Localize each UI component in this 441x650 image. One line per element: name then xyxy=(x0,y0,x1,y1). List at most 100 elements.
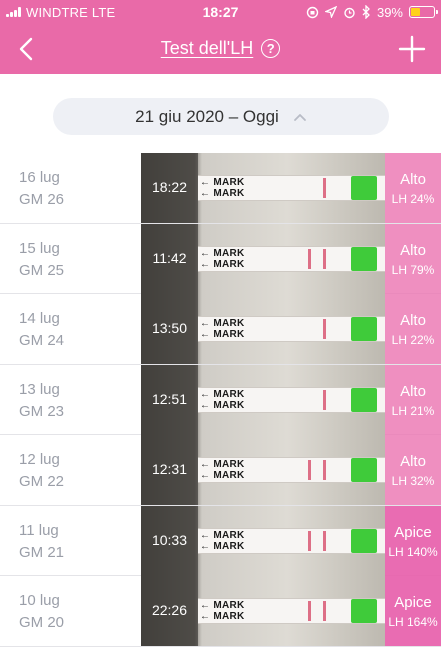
control-line xyxy=(323,460,326,480)
date-range-selector[interactable]: 21 giu 2020 – Oggi xyxy=(53,98,389,135)
lh-result-badge: Apice LH 164% xyxy=(385,576,441,646)
lh-result-badge: Alto LH 32% xyxy=(385,435,441,505)
plus-icon[interactable] xyxy=(397,34,427,64)
rotation-lock-icon xyxy=(306,6,319,18)
test-time: 12:31 xyxy=(151,461,188,477)
nav-bar: Test dell'LH ? xyxy=(0,24,441,74)
strip-tab xyxy=(351,387,377,412)
test-strip-photo[interactable]: ← MARK ← MARK 13:50 xyxy=(141,294,385,364)
lh-percent: LH 164% xyxy=(388,615,438,629)
strip-tab xyxy=(351,528,377,553)
test-date: 13 lug xyxy=(19,380,60,398)
test-date: 11 lug xyxy=(19,521,59,539)
test-row[interactable]: 12 lug GM 22 ← MARK ← MARK 12:31 Alto LH 32% xyxy=(0,435,441,506)
test-time: 18:22 xyxy=(151,179,188,195)
nav-title-group[interactable]: Test dell'LH ? xyxy=(0,38,441,59)
test-strip-photo[interactable]: ← MARK ← MARK 12:31 xyxy=(141,435,385,505)
cycle-day: GM 24 xyxy=(19,332,65,349)
control-line xyxy=(323,319,326,339)
lh-percent: LH 79% xyxy=(391,262,435,277)
cycle-day: GM 20 xyxy=(19,614,65,631)
test-strip: ← MARK ← MARK xyxy=(198,598,385,624)
page-title[interactable]: Test dell'LH xyxy=(161,38,253,59)
test-strip: ← MARK ← MARK xyxy=(198,316,385,342)
test-line xyxy=(308,460,311,480)
lh-result-badge: Alto LH 22% xyxy=(385,294,441,364)
control-line xyxy=(323,248,326,269)
test-date: 16 lug xyxy=(19,169,60,186)
test-row[interactable]: 14 lug GM 24 ← MARK ← MARK 13:50 Alto LH 22% xyxy=(0,294,441,365)
lh-level: Apice xyxy=(394,523,432,541)
battery-percent: 39% xyxy=(376,4,403,20)
test-line xyxy=(308,601,311,621)
lh-result-badge: Apice LH 140% xyxy=(385,505,441,576)
chevron-up-icon xyxy=(293,113,306,121)
strip-mark-label: ← MARK ← MARK xyxy=(200,600,245,622)
battery-level-fill xyxy=(411,8,420,16)
test-line xyxy=(308,530,311,551)
row-date-block: 16 lug GM 26 xyxy=(19,167,64,211)
strip-tab xyxy=(351,317,377,341)
lh-percent: LH 24% xyxy=(391,192,435,206)
strip-tab xyxy=(351,599,377,623)
row-date-block: 11 lug GM 21 xyxy=(19,520,64,564)
strip-mark-label: ← MARK ← MARK xyxy=(200,529,245,552)
test-date: 12 lug xyxy=(19,451,60,468)
status-left: WINDTRE LTE xyxy=(6,5,306,20)
test-strip-photo[interactable]: ← MARK ← MARK 18:22 xyxy=(141,153,385,223)
test-strip: ← MARK ← MARK xyxy=(198,386,385,413)
lh-level: Alto xyxy=(400,312,426,329)
test-row[interactable]: 11 lug GM 21 ← MARK ← MARK 10:33 Apice LH 140% xyxy=(0,505,441,576)
lh-level: Alto xyxy=(400,453,426,470)
cycle-day: GM 26 xyxy=(19,191,65,208)
test-row[interactable]: 16 lug GM 26 ← MARK ← MARK 18:22 Alto LH 24% xyxy=(0,153,441,224)
cycle-day: GM 23 xyxy=(19,402,65,420)
test-time: 10:33 xyxy=(151,531,188,548)
strip-mark-label: ← MARK ← MARK xyxy=(200,459,245,481)
date-range-label: 21 giu 2020 – Oggi xyxy=(135,106,279,126)
test-row[interactable]: 13 lug GM 23 ← MARK ← MARK 12:51 Alto LH 21% xyxy=(0,364,441,435)
strip-tab xyxy=(351,458,377,482)
row-date-block: 13 lug GM 23 xyxy=(19,379,64,423)
lh-percent: LH 32% xyxy=(391,474,435,488)
lh-level: Alto xyxy=(400,171,426,188)
lh-level: Alto xyxy=(400,241,426,259)
carrier-label: WINDTRE LTE xyxy=(26,4,116,20)
test-strip-photo[interactable]: ← MARK ← MARK 11:42 xyxy=(141,223,385,294)
help-icon[interactable]: ? xyxy=(261,39,281,58)
test-row[interactable]: 15 lug GM 25 ← MARK ← MARK 11:42 Alto LH 79% xyxy=(0,223,441,294)
alarm-icon xyxy=(344,7,355,18)
strip-mark-label: ← MARK ← MARK xyxy=(200,388,245,411)
row-date-block: 15 lug GM 25 xyxy=(19,238,64,282)
lh-test-list: 16 lug GM 26 ← MARK ← MARK 18:22 Alto LH 24% 15… xyxy=(0,153,441,647)
status-bar: WINDTRE LTE 18:27 39% xyxy=(0,0,441,24)
lh-level: Alto xyxy=(400,382,426,400)
test-strip: ← MARK ← MARK xyxy=(198,175,385,201)
test-strip: ← MARK ← MARK xyxy=(198,527,385,554)
cycle-day: GM 22 xyxy=(19,473,65,490)
test-time: 13:50 xyxy=(151,320,188,336)
strip-mark-label: ← MARK ← MARK xyxy=(200,177,245,199)
location-icon xyxy=(324,6,337,18)
battery-icon xyxy=(409,6,438,18)
test-strip: ← MARK ← MARK xyxy=(198,245,385,272)
test-strip: ← MARK ← MARK xyxy=(198,457,385,483)
strip-mark-label: ← MARK ← MARK xyxy=(200,247,245,270)
lh-percent: LH 22% xyxy=(391,333,435,347)
test-strip-photo[interactable]: ← MARK ← MARK 22:26 xyxy=(141,576,385,646)
lh-result-badge: Alto LH 24% xyxy=(385,153,441,223)
cycle-day: GM 21 xyxy=(19,543,65,561)
lh-percent: LH 140% xyxy=(388,544,438,559)
strip-tab xyxy=(351,176,377,200)
test-strip-photo[interactable]: ← MARK ← MARK 10:33 xyxy=(141,505,385,576)
test-row[interactable]: 10 lug GM 20 ← MARK ← MARK 22:26 Apice LH 164% xyxy=(0,576,441,647)
lh-result-badge: Alto LH 21% xyxy=(385,364,441,435)
test-time: 12:51 xyxy=(151,390,188,407)
test-time: 22:26 xyxy=(151,602,188,618)
row-date-block: 10 lug GM 20 xyxy=(19,590,64,634)
bluetooth-icon xyxy=(362,5,370,19)
strip-tab xyxy=(351,246,377,271)
test-strip-photo[interactable]: ← MARK ← MARK 12:51 xyxy=(141,364,385,435)
row-date-block: 14 lug GM 24 xyxy=(19,308,64,352)
test-date: 14 lug xyxy=(19,310,60,327)
